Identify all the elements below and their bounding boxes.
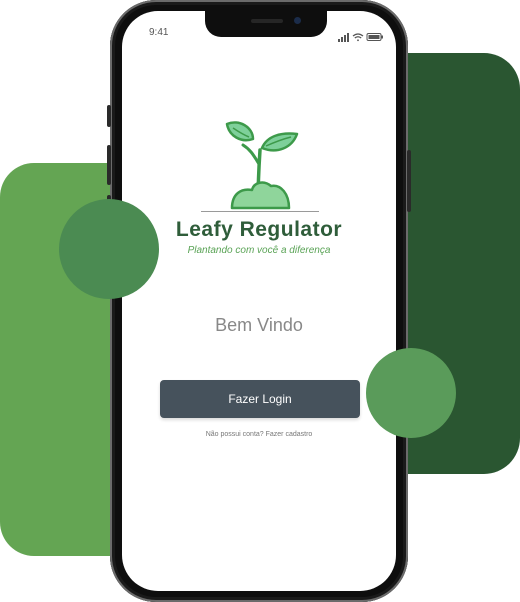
speaker-grille	[251, 19, 283, 23]
phone-screen: 9:41 Leafy Regulator Plantando com você …	[122, 11, 396, 591]
logo-divider	[201, 211, 319, 212]
wifi-icon	[352, 33, 364, 42]
login-button[interactable]: Fazer Login	[160, 380, 360, 418]
mute-switch	[107, 105, 111, 127]
status-icons	[338, 27, 384, 42]
brand-name: Leafy Regulator	[175, 218, 343, 241]
power-button	[407, 150, 411, 212]
front-camera	[294, 17, 301, 24]
signal-icon	[338, 33, 349, 42]
battery-icon	[366, 33, 383, 41]
volume-up-button	[107, 145, 111, 185]
brand-tagline: Plantando com você a diferença	[187, 245, 331, 256]
decorative-circle-left	[59, 199, 159, 299]
phone-frame: 9:41 Leafy Regulator Plantando com você …	[107, 0, 411, 602]
decorative-circle-right	[366, 348, 456, 438]
welcome-text: Bem Vindo	[215, 315, 303, 335]
sprout-logo-icon	[225, 121, 299, 210]
notch	[205, 11, 327, 37]
signup-link[interactable]: Não possui conta? Fazer cadastro	[122, 431, 396, 438]
status-time: 9:41	[149, 27, 169, 38]
